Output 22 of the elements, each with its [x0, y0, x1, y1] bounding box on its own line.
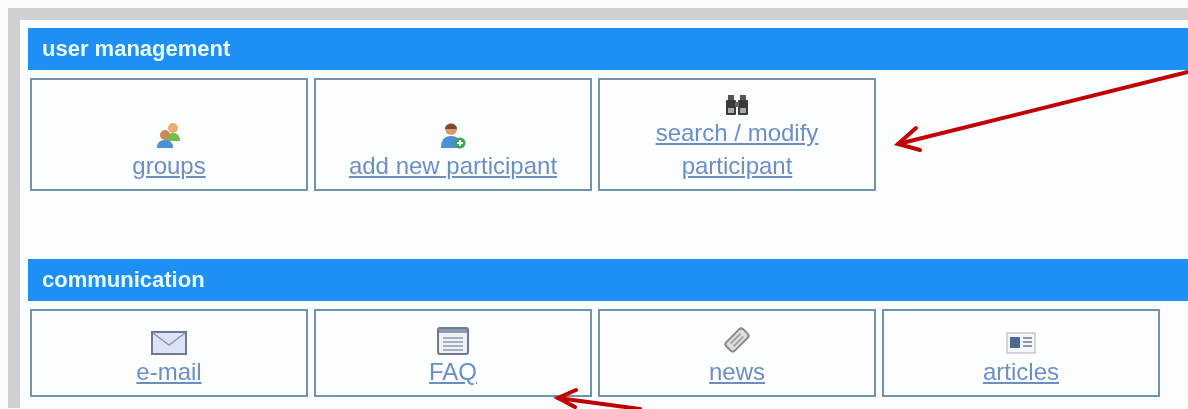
menu-tile[interactable]: search / modify participant	[598, 78, 876, 191]
list-icon	[437, 327, 469, 355]
tile-link[interactable]: add new participant	[348, 149, 558, 182]
envelope-icon	[151, 331, 187, 355]
tile-link[interactable]: e-mail	[136, 355, 202, 388]
menu-tile[interactable]: e-mail	[30, 309, 308, 397]
section-header: communication	[28, 259, 1188, 301]
newspaper-icon	[1006, 331, 1036, 355]
menu-tile[interactable]: groups	[30, 78, 308, 191]
menu-tile[interactable]: articles	[882, 309, 1160, 397]
person-add-icon	[440, 121, 466, 149]
tile-link[interactable]: FAQ	[429, 355, 477, 388]
tile-link[interactable]: search / modify participant	[608, 116, 866, 182]
menu-tile[interactable]: news	[598, 309, 876, 397]
tile-link[interactable]: groups	[132, 149, 206, 182]
menu-tile[interactable]: add new participant	[314, 78, 592, 191]
people-icon	[156, 121, 182, 149]
tile-link[interactable]: news	[709, 355, 765, 388]
tile-link[interactable]: articles	[983, 355, 1059, 388]
section-header: user management	[28, 28, 1188, 70]
binoculars-icon	[725, 94, 749, 116]
menu-tile[interactable]: FAQ	[314, 309, 592, 397]
